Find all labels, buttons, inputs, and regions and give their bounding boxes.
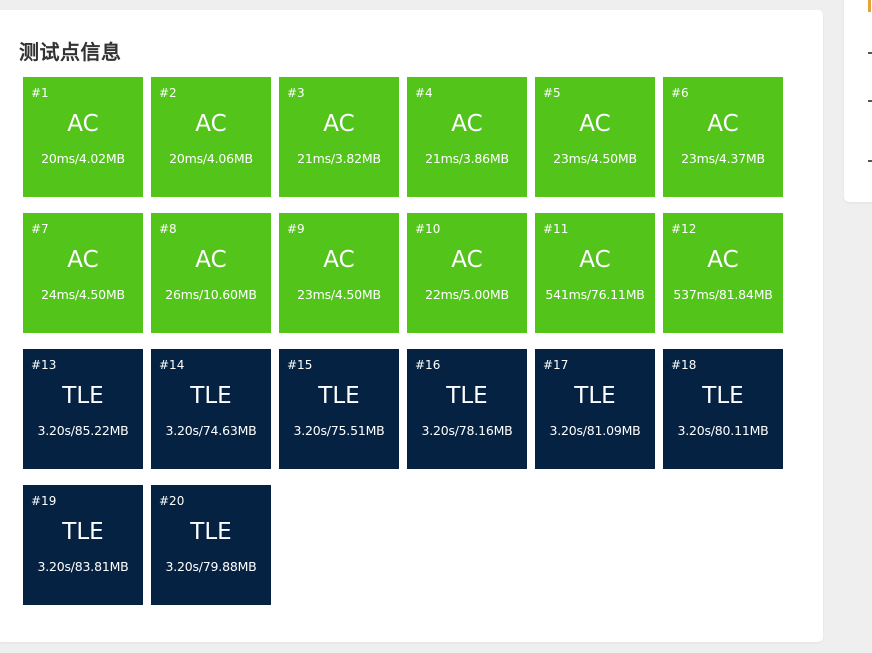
- testcase-id: #18: [671, 358, 697, 372]
- testcase-status: TLE: [190, 383, 232, 409]
- testcase-detail: 537ms/81.84MB: [673, 287, 773, 302]
- testcase-detail: 26ms/10.60MB: [165, 287, 257, 302]
- testcase-detail: 3.20s/85.22MB: [37, 423, 129, 438]
- testcase-id: #16: [415, 358, 441, 372]
- testcase-detail: 3.20s/74.63MB: [165, 423, 257, 438]
- side-panel: [844, 0, 872, 202]
- testcase-status: AC: [707, 111, 739, 137]
- testcase-detail: 20ms/4.02MB: [41, 151, 125, 166]
- testcase-card[interactable]: #12 AC 537ms/81.84MB: [663, 213, 783, 333]
- testcase-card[interactable]: #14 TLE 3.20s/74.63MB: [151, 349, 271, 469]
- testcase-id: #1: [31, 86, 49, 100]
- testcase-id: #3: [287, 86, 305, 100]
- testcase-detail: 3.20s/80.11MB: [677, 423, 769, 438]
- testcase-detail: 3.20s/79.88MB: [165, 559, 257, 574]
- testcase-status: TLE: [190, 519, 232, 545]
- testcase-id: #12: [671, 222, 697, 236]
- testcase-card[interactable]: #16 TLE 3.20s/78.16MB: [407, 349, 527, 469]
- testcase-id: #14: [159, 358, 185, 372]
- testcase-card[interactable]: #6 AC 23ms/4.37MB: [663, 77, 783, 197]
- testcase-detail: 21ms/3.86MB: [425, 151, 509, 166]
- testcase-card[interactable]: #3 AC 21ms/3.82MB: [279, 77, 399, 197]
- testcase-card[interactable]: #13 TLE 3.20s/85.22MB: [23, 349, 143, 469]
- side-panel-title-fragment: [868, 0, 871, 12]
- testcase-card[interactable]: #1 AC 20ms/4.02MB: [23, 77, 143, 197]
- testcase-status: TLE: [574, 383, 616, 409]
- testcase-status: TLE: [702, 383, 744, 409]
- testcase-status: TLE: [62, 383, 104, 409]
- testcase-status: AC: [323, 247, 355, 273]
- testcase-detail: 20ms/4.06MB: [169, 151, 253, 166]
- panel-title: 测试点信息: [19, 40, 122, 64]
- testcase-status: AC: [195, 247, 227, 273]
- testcase-status: AC: [707, 247, 739, 273]
- testcase-status: AC: [451, 111, 483, 137]
- testcase-grid: #1 AC 20ms/4.02MB #2 AC 20ms/4.06MB #3 A…: [23, 77, 799, 605]
- testcase-card[interactable]: #8 AC 26ms/10.60MB: [151, 213, 271, 333]
- side-panel-text-fragment: [868, 160, 872, 162]
- testcase-id: #4: [415, 86, 433, 100]
- testcase-id: #17: [543, 358, 569, 372]
- testcase-detail: 23ms/4.37MB: [681, 151, 765, 166]
- side-panel-text-fragment: [868, 100, 872, 102]
- testcase-status: AC: [323, 111, 355, 137]
- testcase-card[interactable]: #7 AC 24ms/4.50MB: [23, 213, 143, 333]
- testcase-id: #5: [543, 86, 561, 100]
- testcase-status: AC: [67, 111, 99, 137]
- testcase-card[interactable]: #10 AC 22ms/5.00MB: [407, 213, 527, 333]
- testcase-card[interactable]: #9 AC 23ms/4.50MB: [279, 213, 399, 333]
- testcase-id: #6: [671, 86, 689, 100]
- testcase-detail: 23ms/4.50MB: [297, 287, 381, 302]
- testcase-card[interactable]: #20 TLE 3.20s/79.88MB: [151, 485, 271, 605]
- side-panel-text-fragment: [868, 52, 872, 54]
- testcase-status: TLE: [318, 383, 360, 409]
- testcase-status: TLE: [62, 519, 104, 545]
- testcase-id: #2: [159, 86, 177, 100]
- testcase-status: AC: [579, 111, 611, 137]
- testcase-detail: 3.20s/83.81MB: [37, 559, 129, 574]
- testcase-detail: 21ms/3.82MB: [297, 151, 381, 166]
- testcase-card[interactable]: #18 TLE 3.20s/80.11MB: [663, 349, 783, 469]
- testcase-id: #10: [415, 222, 441, 236]
- testcase-id: #13: [31, 358, 57, 372]
- testcase-id: #9: [287, 222, 305, 236]
- testcase-id: #7: [31, 222, 49, 236]
- testcase-id: #8: [159, 222, 177, 236]
- testcase-detail: 3.20s/75.51MB: [293, 423, 385, 438]
- testcase-detail: 24ms/4.50MB: [41, 287, 125, 302]
- testcase-status: AC: [67, 247, 99, 273]
- testcase-id: #15: [287, 358, 313, 372]
- testcase-status: AC: [579, 247, 611, 273]
- testcase-panel: 测试点信息 #1 AC 20ms/4.02MB #2 AC 20ms/4.06M…: [0, 10, 823, 642]
- testcase-card[interactable]: #11 AC 541ms/76.11MB: [535, 213, 655, 333]
- testcase-id: #20: [159, 494, 185, 508]
- testcase-detail: 541ms/76.11MB: [545, 287, 645, 302]
- testcase-detail: 3.20s/78.16MB: [421, 423, 513, 438]
- testcase-detail: 22ms/5.00MB: [425, 287, 509, 302]
- testcase-status: AC: [195, 111, 227, 137]
- testcase-card[interactable]: #2 AC 20ms/4.06MB: [151, 77, 271, 197]
- testcase-id: #19: [31, 494, 57, 508]
- testcase-card[interactable]: #17 TLE 3.20s/81.09MB: [535, 349, 655, 469]
- testcase-card[interactable]: #4 AC 21ms/3.86MB: [407, 77, 527, 197]
- testcase-card[interactable]: #5 AC 23ms/4.50MB: [535, 77, 655, 197]
- testcase-card[interactable]: #19 TLE 3.20s/83.81MB: [23, 485, 143, 605]
- testcase-status: AC: [451, 247, 483, 273]
- testcase-detail: 23ms/4.50MB: [553, 151, 637, 166]
- testcase-status: TLE: [446, 383, 488, 409]
- testcase-card[interactable]: #15 TLE 3.20s/75.51MB: [279, 349, 399, 469]
- testcase-detail: 3.20s/81.09MB: [549, 423, 641, 438]
- testcase-id: #11: [543, 222, 569, 236]
